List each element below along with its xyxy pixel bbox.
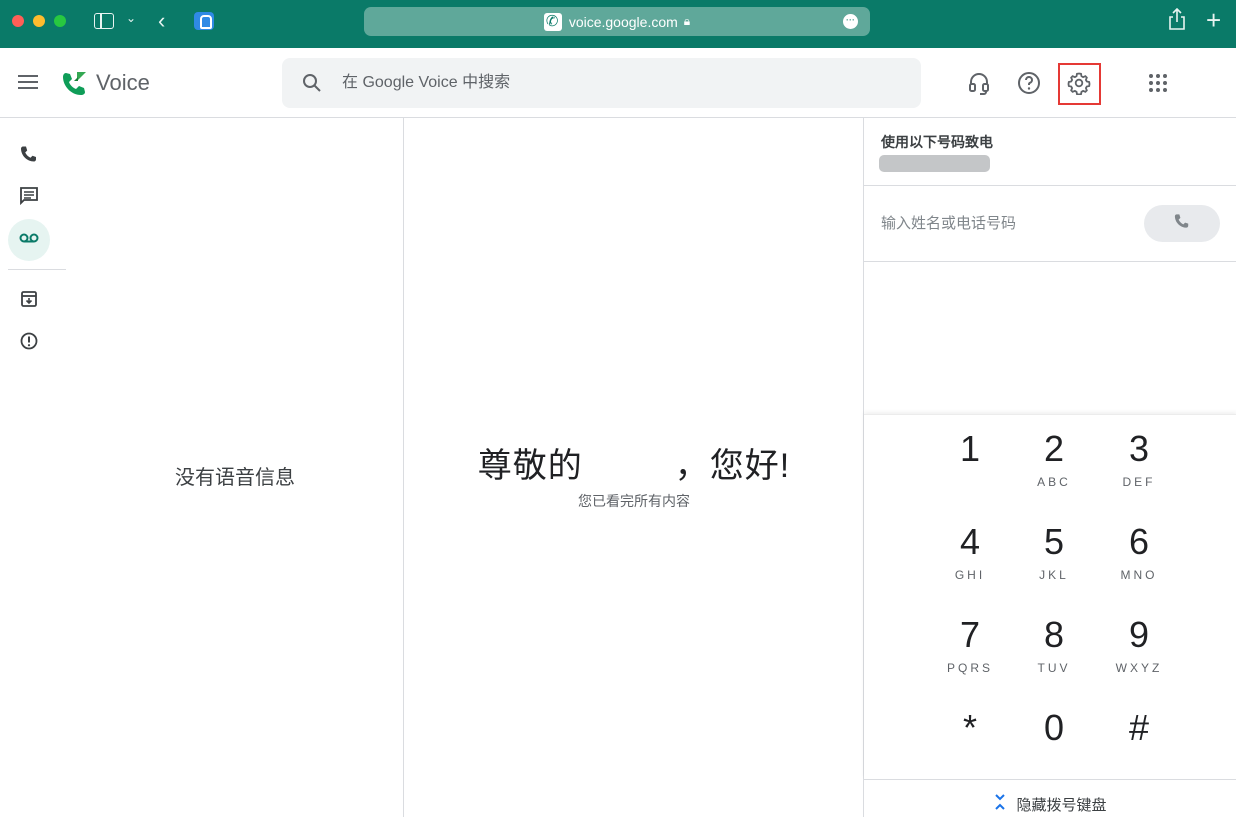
key-digit: 1 (959, 428, 981, 469)
nav-item-voicemail[interactable] (8, 219, 50, 261)
apps-grid-icon[interactable] (1140, 65, 1176, 101)
key-digit: # (1128, 707, 1150, 748)
key-letters: MNO (1120, 568, 1158, 582)
key-5[interactable]: 5 JKL (1012, 508, 1096, 590)
key-letters: PQRS (946, 661, 993, 675)
headset-icon[interactable] (961, 65, 997, 101)
phone-icon (1174, 213, 1190, 234)
call-button[interactable] (1144, 205, 1220, 242)
key-letters: JKL (1039, 568, 1069, 582)
message-icon (19, 186, 39, 211)
browser-toolbar: ⌄ ‹ voice.google.com 🔒︎ ··· + (0, 0, 1236, 48)
nav-item-archive[interactable] (8, 280, 50, 322)
chevron-down-icon[interactable]: ⌄ (126, 11, 136, 25)
key-digit: 2 (1043, 428, 1065, 469)
share-icon[interactable] (1168, 7, 1186, 36)
key-digit: 5 (1043, 521, 1065, 562)
key-8[interactable]: 8 TUV (1012, 601, 1096, 683)
extension-icon[interactable] (194, 12, 214, 30)
app-name: Voice (96, 70, 150, 95)
key-0[interactable]: 0 (1012, 694, 1096, 776)
keypad: 1 2 ABC 3 DEF 4 GHI 5 JKL 6 MNO 7 PQRS 8 TUV 9 W… (864, 414, 1236, 779)
search-icon[interactable] (302, 73, 322, 93)
key-digit: 3 (1128, 428, 1150, 469)
archive-icon (20, 290, 38, 313)
call-from-label: 使用以下号码致电 (881, 134, 993, 150)
key-letters: TUV (1037, 661, 1071, 675)
address-bar[interactable]: voice.google.com 🔒︎ ··· (364, 7, 870, 36)
key-letters: ABC (1037, 475, 1071, 489)
key-digit: 7 (959, 614, 981, 655)
voice-favicon-icon (543, 12, 562, 31)
key-1[interactable]: 1 (928, 415, 1012, 497)
search-input[interactable] (342, 58, 902, 108)
key-digit: 6 (1128, 521, 1150, 562)
key-letters: WXYZ (1115, 661, 1163, 675)
divider (864, 261, 1236, 262)
key-6[interactable]: 6 MNO (1097, 508, 1181, 590)
phone-icon (20, 145, 38, 168)
sidebar-icon[interactable] (94, 13, 114, 29)
collapse-icon (994, 794, 1006, 813)
key-star[interactable]: * (928, 694, 1012, 776)
dial-input[interactable] (881, 205, 1131, 241)
menu-icon[interactable] (18, 75, 38, 89)
key-3[interactable]: 3 DEF (1097, 415, 1181, 497)
greeting-suffix: ，您好! (674, 447, 791, 485)
spam-icon (20, 332, 38, 355)
minimize-window-button[interactable] (33, 15, 45, 27)
dialer-panel: 使用以下号码致电 1 2 ABC 3 DEF 4 GHI 5 JKL 6 MNO 7 PQR… (863, 118, 1236, 817)
hide-keypad-label: 隐藏拨号键盘 (1016, 797, 1107, 814)
key-digit: 4 (959, 521, 981, 562)
greeting-prefix: 尊敬的 (477, 447, 583, 485)
key-letters: GHI (954, 568, 986, 582)
hide-keypad-button[interactable]: 隐藏拨号键盘 (864, 794, 1236, 815)
help-icon[interactable] (1011, 65, 1047, 101)
key-letters: DEF (1122, 475, 1156, 489)
voicemail-icon (19, 231, 39, 249)
voice-logo-icon (60, 70, 88, 98)
close-window-button[interactable] (12, 15, 24, 27)
nav-item-messages[interactable] (8, 177, 50, 219)
back-icon[interactable]: ‹ (158, 8, 165, 34)
url-text: voice.google.com (568, 13, 678, 30)
key-digit: * (962, 707, 977, 748)
new-tab-icon[interactable]: + (1206, 5, 1221, 36)
app-header: Voice (0, 48, 1236, 118)
key-digit: 8 (1043, 614, 1065, 655)
main-panel: 尊敬的 ，您好! 您已看完所有内容 (405, 118, 863, 817)
nav-divider (8, 269, 66, 270)
nav-item-spam[interactable] (8, 322, 50, 364)
key-digit: 0 (1043, 707, 1065, 748)
settings-icon[interactable] (1061, 65, 1097, 101)
left-nav (0, 118, 66, 817)
empty-list-message: 没有语音信息 (175, 467, 295, 489)
divider (864, 185, 1236, 186)
divider (864, 779, 1236, 780)
key-7[interactable]: 7 PQRS (928, 601, 1012, 683)
more-icon[interactable]: ··· (843, 14, 858, 29)
voicemail-list: 没有语音信息 (66, 118, 404, 817)
key-2[interactable]: 2 ABC (1012, 415, 1096, 497)
key-4[interactable]: 4 GHI (928, 508, 1012, 590)
key-9[interactable]: 9 WXYZ (1097, 601, 1181, 683)
key-hash[interactable]: # (1097, 694, 1181, 776)
call-from-number-redacted[interactable] (879, 155, 990, 172)
search-bar[interactable] (282, 58, 921, 108)
nav-item-calls[interactable] (8, 135, 50, 177)
all-caught-up-text: 您已看完所有内容 (578, 493, 690, 509)
lock-icon: 🔒︎ (683, 14, 691, 28)
greeting: 尊敬的 ，您好! (405, 438, 863, 487)
zoom-window-button[interactable] (54, 15, 66, 27)
key-digit: 9 (1128, 614, 1150, 655)
